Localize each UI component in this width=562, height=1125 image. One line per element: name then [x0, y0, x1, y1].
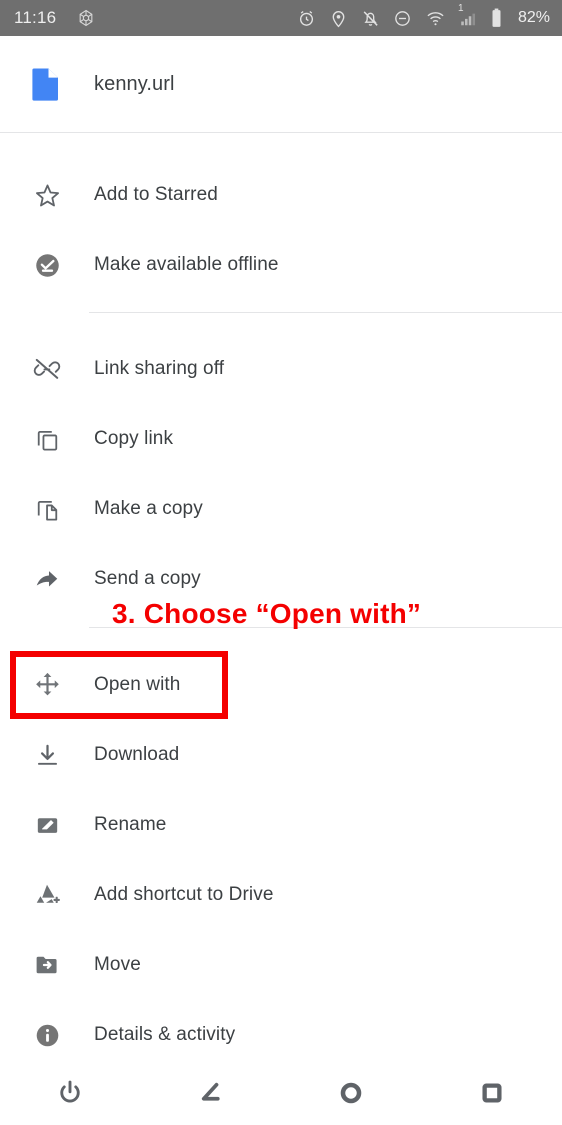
menu-item-move[interactable]: Move: [0, 939, 562, 991]
location-pin-icon: [329, 9, 348, 28]
do-not-disturb-icon: [393, 9, 412, 28]
menu-item-copy-link[interactable]: Copy link: [0, 413, 562, 465]
sim-number-label: 1: [457, 2, 464, 14]
info-icon: [0, 1022, 94, 1049]
menu-item-label: Details & activity: [94, 1024, 236, 1045]
star-outline-icon: [0, 182, 94, 209]
home-button[interactable]: [281, 1080, 422, 1106]
menu-item-make-a-copy[interactable]: Make a copy: [0, 483, 562, 535]
drive-add-shortcut-icon: [0, 881, 94, 909]
phone-screen: 11:16 1 82% kenny.url Add to Starred Mak…: [0, 0, 562, 1125]
rename-pencil-icon: [0, 812, 94, 839]
menu-item-details-and-activity[interactable]: Details & activity: [0, 1009, 562, 1061]
status-bar: 11:16 1 82%: [0, 0, 562, 36]
power-button[interactable]: [0, 1078, 141, 1108]
cellular-signal-icon: 1: [458, 3, 477, 28]
menu-item-label: Move: [94, 954, 141, 975]
status-bar-clock: 11:16: [14, 8, 57, 27]
back-button[interactable]: [141, 1078, 282, 1108]
download-icon: [0, 742, 94, 769]
file-icon: [18, 66, 74, 102]
menu-item-make-available-offline[interactable]: Make available offline: [0, 239, 562, 291]
menu-item-label: Make available offline: [94, 254, 279, 275]
menu-item-label: Copy link: [94, 428, 174, 449]
offline-check-icon: [0, 252, 94, 279]
file-copy-icon: [0, 496, 94, 523]
copy-icon: [0, 426, 94, 453]
menu-item-add-to-starred[interactable]: Add to Starred: [0, 169, 562, 221]
android-navigation-bar: [0, 1060, 562, 1125]
annotation-step-text: 3. Choose “Open with”: [112, 598, 422, 629]
menu-item-rename[interactable]: Rename: [0, 799, 562, 851]
link-off-icon: [0, 355, 94, 383]
menu-item-label: Add to Starred: [94, 184, 218, 205]
alarm-icon: [297, 9, 316, 28]
menu-item-label: Send a copy: [94, 568, 201, 589]
menu-item-link-sharing-off[interactable]: Link sharing off: [0, 343, 562, 395]
battery-percent-label: 82%: [517, 9, 550, 26]
share-arrow-icon: [0, 565, 94, 593]
flower-hex-icon: [76, 8, 96, 28]
menu-item-label: Link sharing off: [94, 358, 225, 379]
recents-button[interactable]: [422, 1080, 562, 1106]
menu-item-label: Download: [94, 744, 180, 765]
file-name-label: kenny.url: [94, 72, 175, 95]
annotation-highlight-box: [10, 651, 228, 719]
menu-item-download[interactable]: Download: [0, 729, 562, 781]
menu-item-label: Rename: [94, 814, 167, 835]
menu-item-label: Make a copy: [94, 498, 203, 519]
file-header: kenny.url: [0, 36, 562, 132]
move-folder-icon: [0, 951, 94, 979]
status-bar-icons: 1 82%: [297, 3, 550, 28]
wifi-icon: [425, 9, 446, 28]
menu-divider-1: [89, 312, 562, 313]
menu-item-add-shortcut-to-drive[interactable]: Add shortcut to Drive: [0, 869, 562, 921]
notifications-off-icon: [361, 9, 380, 28]
battery-icon: [490, 8, 503, 28]
header-divider: [0, 132, 562, 133]
menu-item-label: Add shortcut to Drive: [94, 884, 274, 905]
